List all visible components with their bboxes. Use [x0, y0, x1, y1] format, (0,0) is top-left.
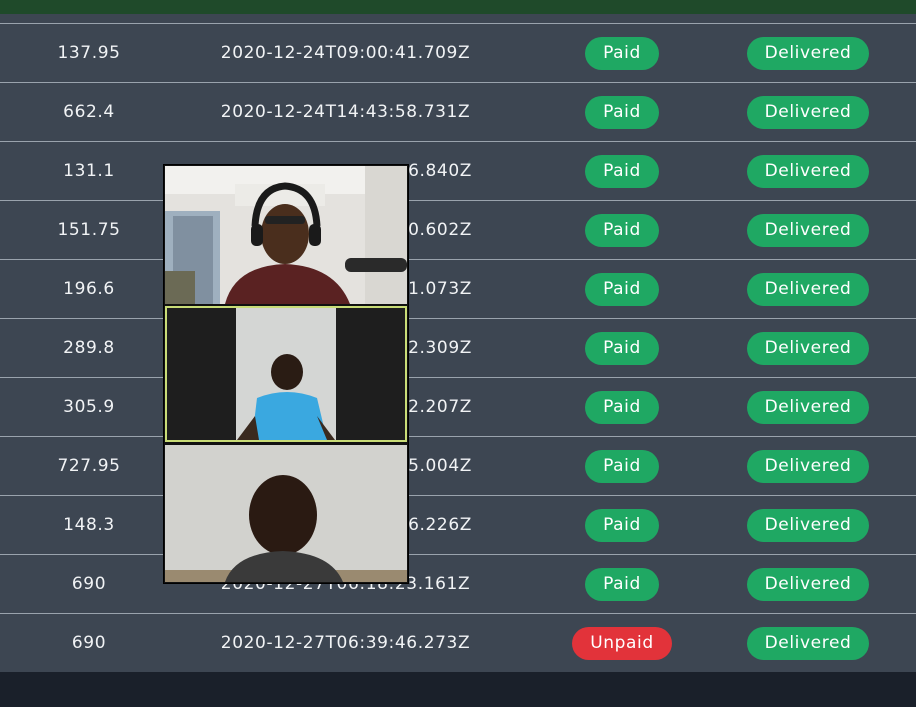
top-bar	[0, 0, 916, 14]
delivery-status-badge: Delivered	[746, 567, 870, 601]
payment-status-badge: Paid	[585, 154, 659, 188]
delivery-status-badge: Delivered	[746, 154, 870, 188]
delivery-status-badge: Delivered	[746, 449, 870, 483]
amount-cell: 727.95	[57, 456, 121, 476]
table-row[interactable]: 131.1 6.840Z Paid Delivered	[0, 141, 916, 200]
delivery-status-badge: Delivered	[746, 626, 870, 660]
payment-status-badge: Paid	[585, 508, 659, 542]
table-row[interactable]: 148.3 6.226Z Paid Delivered	[0, 495, 916, 554]
delivery-status-badge: Delivered	[746, 272, 870, 306]
table-row[interactable]: 662.4 2020-12-24T14:43:58.731Z Paid Deli…	[0, 82, 916, 141]
participant-3-feed	[165, 445, 407, 582]
delivery-status-badge: Delivered	[746, 331, 870, 365]
amount-cell: 690	[71, 633, 107, 653]
payment-status-badge: Paid	[585, 331, 659, 365]
table-row[interactable]: 305.9 2.207Z Paid Delivered	[0, 377, 916, 436]
orders-table: 137.95 2020-12-24T09:00:41.709Z Paid Del…	[0, 23, 916, 672]
amount-cell: 662.4	[63, 102, 115, 122]
table-row[interactable]: 727.95 5.004Z Paid Delivered	[0, 436, 916, 495]
date-cell: 2020-12-24T14:43:58.731Z	[220, 102, 471, 122]
table-header-strip	[0, 14, 916, 23]
participant-2-feed	[167, 308, 405, 440]
date-cell: 2020-12-27T06:39:46.273Z	[220, 633, 471, 653]
amount-cell: 690	[71, 574, 107, 594]
amount-cell: 289.8	[63, 338, 115, 358]
participant-1-video[interactable]	[165, 166, 407, 304]
amount-cell: 196.6	[63, 279, 115, 299]
page-footer-area	[0, 672, 916, 707]
amount-cell: 148.3	[63, 515, 115, 535]
delivery-status-badge: Delivered	[746, 508, 870, 542]
delivery-status-badge: Delivered	[746, 390, 870, 424]
amount-cell: 305.9	[63, 397, 115, 417]
delivery-status-badge: Delivered	[746, 213, 870, 247]
payment-status-badge: Paid	[585, 272, 659, 306]
table-row[interactable]: 690 2020-12-27T06:39:46.273Z Unpaid Deli…	[0, 613, 916, 672]
payment-status-badge: Unpaid	[572, 626, 672, 660]
table-row[interactable]: 196.6 1.073Z Paid Delivered	[0, 259, 916, 318]
amount-cell: 137.95	[57, 43, 121, 63]
amount-cell: 131.1	[63, 161, 115, 181]
payment-status-badge: Paid	[585, 567, 659, 601]
date-cell: 2020-12-24T09:00:41.709Z	[220, 43, 471, 63]
table-row[interactable]: 151.75 0.602Z Paid Delivered	[0, 200, 916, 259]
payment-status-badge: Paid	[585, 449, 659, 483]
amount-cell: 151.75	[57, 220, 121, 240]
video-call-panel[interactable]	[163, 164, 409, 584]
table-row[interactable]: 137.95 2020-12-24T09:00:41.709Z Paid Del…	[0, 23, 916, 82]
payment-status-badge: Paid	[585, 213, 659, 247]
participant-1-feed	[165, 166, 407, 304]
table-row[interactable]: 690 2020-12-27T06:18:23.161Z Paid Delive…	[0, 554, 916, 613]
participant-2-video[interactable]	[165, 306, 407, 442]
table-row[interactable]: 289.8 2.309Z Paid Delivered	[0, 318, 916, 377]
payment-status-badge: Paid	[585, 390, 659, 424]
delivery-status-badge: Delivered	[746, 95, 870, 129]
payment-status-badge: Paid	[585, 36, 659, 70]
delivery-status-badge: Delivered	[746, 36, 870, 70]
payment-status-badge: Paid	[585, 95, 659, 129]
participant-3-video[interactable]	[165, 445, 407, 582]
